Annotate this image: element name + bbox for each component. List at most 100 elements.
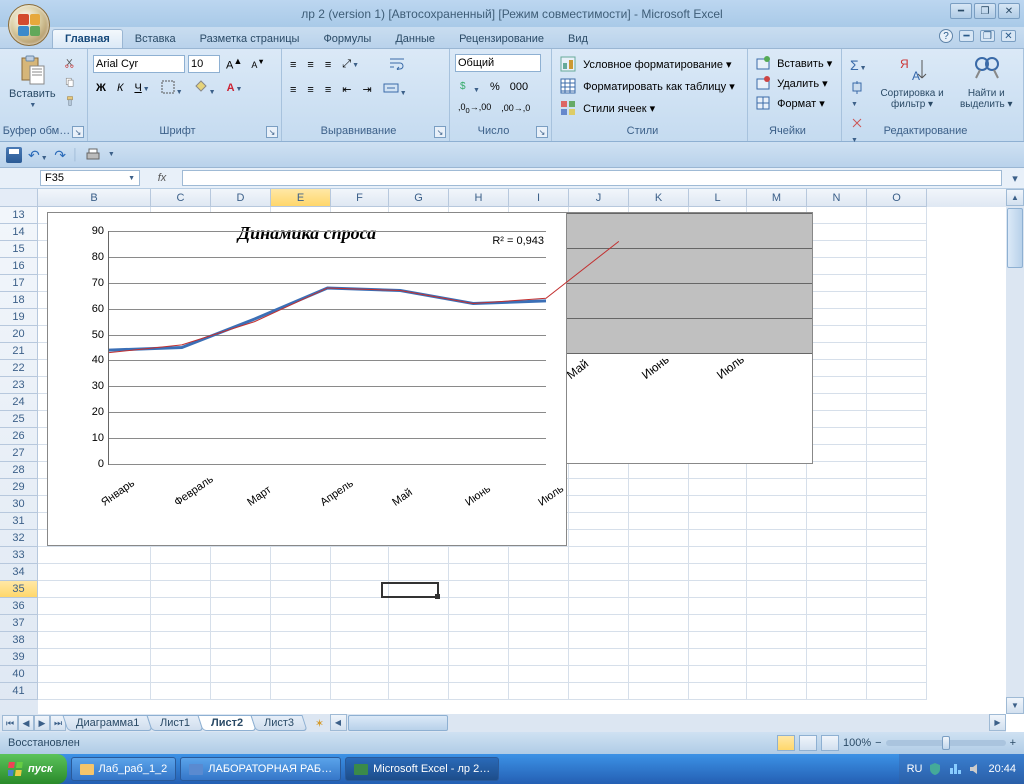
format-painter-button[interactable] xyxy=(62,94,78,110)
align-top-button[interactable]: ≡ xyxy=(287,57,299,73)
formula-bar-expand-button[interactable]: ▾ xyxy=(1006,168,1024,188)
align-middle-button[interactable]: ≡ xyxy=(304,57,316,73)
view-normal-button[interactable] xyxy=(777,735,795,751)
row-header-36[interactable]: 36 xyxy=(0,598,38,615)
taskbar-item[interactable]: Microsoft Excel - лр 2… xyxy=(345,757,499,781)
cell[interactable] xyxy=(271,547,331,564)
italic-button[interactable]: К xyxy=(114,80,126,96)
cell[interactable] xyxy=(867,275,927,292)
cell[interactable] xyxy=(449,564,509,581)
cell[interactable] xyxy=(689,547,747,564)
cell[interactable] xyxy=(569,462,629,479)
sort-filter-button[interactable]: ЯА Сортировка и фильтр ▾ xyxy=(876,52,949,112)
cell[interactable] xyxy=(689,479,747,496)
cell[interactable] xyxy=(807,683,867,700)
row-header-41[interactable]: 41 xyxy=(0,683,38,700)
align-expand-icon[interactable]: ↘ xyxy=(434,126,446,138)
chart-fragment[interactable]: Май Июнь Июль xyxy=(533,212,813,464)
sheet-tab-Лист3[interactable]: Лист3 xyxy=(251,715,308,731)
cell[interactable] xyxy=(629,649,689,666)
insert-function-button[interactable]: fx xyxy=(158,172,167,184)
cell[interactable] xyxy=(747,513,807,530)
cell[interactable] xyxy=(807,292,867,309)
cell[interactable] xyxy=(867,326,927,343)
cell[interactable] xyxy=(629,683,689,700)
cell[interactable] xyxy=(867,445,927,462)
cell[interactable] xyxy=(569,598,629,615)
cell[interactable] xyxy=(747,581,807,598)
select-all-corner[interactable] xyxy=(0,189,38,207)
cell[interactable] xyxy=(747,683,807,700)
cell[interactable] xyxy=(807,564,867,581)
cell[interactable] xyxy=(747,666,807,683)
cell[interactable] xyxy=(807,445,867,462)
cell[interactable] xyxy=(807,462,867,479)
row-header-25[interactable]: 25 xyxy=(0,411,38,428)
cell[interactable] xyxy=(331,598,389,615)
cell[interactable] xyxy=(509,615,569,632)
row-header-39[interactable]: 39 xyxy=(0,649,38,666)
cell[interactable] xyxy=(867,241,927,258)
cell[interactable] xyxy=(449,598,509,615)
col-header-L[interactable]: L xyxy=(689,189,747,207)
cell[interactable] xyxy=(689,530,747,547)
cell[interactable] xyxy=(747,530,807,547)
font-expand-icon[interactable]: ↘ xyxy=(266,126,278,138)
row-header-23[interactable]: 23 xyxy=(0,377,38,394)
paste-button[interactable]: Вставить ▼ xyxy=(5,52,60,111)
col-header-K[interactable]: K xyxy=(629,189,689,207)
mdi-restore-button[interactable]: ❐ xyxy=(980,30,995,42)
cell[interactable] xyxy=(389,564,449,581)
cell[interactable] xyxy=(807,241,867,258)
cell[interactable] xyxy=(807,666,867,683)
cell[interactable] xyxy=(151,598,211,615)
align-bottom-button[interactable]: ≡ xyxy=(322,57,334,73)
taskbar-item[interactable]: ЛАБОРАТОРНАЯ РАБ… xyxy=(180,757,341,781)
cell[interactable] xyxy=(151,683,211,700)
cell[interactable] xyxy=(211,649,271,666)
cell[interactable] xyxy=(151,581,211,598)
cell[interactable] xyxy=(867,343,927,360)
cell[interactable] xyxy=(867,377,927,394)
cell[interactable] xyxy=(211,683,271,700)
cell[interactable] xyxy=(807,496,867,513)
cell[interactable] xyxy=(867,683,927,700)
row-header-13[interactable]: 13 xyxy=(0,207,38,224)
cell[interactable] xyxy=(747,615,807,632)
cell[interactable] xyxy=(509,598,569,615)
copy-button[interactable] xyxy=(62,75,78,91)
chart-object[interactable]: Динамика спроса R² = 0,943 0102030405060… xyxy=(47,212,567,546)
fill-color-button[interactable]: ▼ xyxy=(191,78,219,99)
cell[interactable] xyxy=(689,581,747,598)
merge-button[interactable]: ▼ xyxy=(380,79,410,100)
decrease-indent-button[interactable]: ⇤ xyxy=(339,81,354,98)
cell[interactable] xyxy=(867,632,927,649)
number-expand-icon[interactable]: ↘ xyxy=(536,126,548,138)
qat-undo-button[interactable]: ↶▼ xyxy=(28,147,44,163)
view-page-break-button[interactable] xyxy=(821,735,839,751)
tray-shield-icon[interactable] xyxy=(928,762,942,776)
cell[interactable] xyxy=(747,462,807,479)
cell[interactable] xyxy=(629,547,689,564)
cell[interactable] xyxy=(807,547,867,564)
cell[interactable] xyxy=(689,598,747,615)
cell[interactable] xyxy=(807,224,867,241)
office-button[interactable] xyxy=(8,4,50,46)
sheet-nav-next[interactable]: ▶ xyxy=(34,715,50,731)
cell[interactable] xyxy=(689,649,747,666)
cell[interactable] xyxy=(331,564,389,581)
font-family-select[interactable] xyxy=(93,55,185,73)
row-header-14[interactable]: 14 xyxy=(0,224,38,241)
cell[interactable] xyxy=(689,564,747,581)
hscroll-thumb[interactable] xyxy=(348,715,448,731)
row-header-28[interactable]: 28 xyxy=(0,462,38,479)
taskbar-item[interactable]: Лаб_раб_1_2 xyxy=(71,757,177,781)
tray-volume-icon[interactable] xyxy=(968,762,982,776)
cell[interactable] xyxy=(151,615,211,632)
row-header-37[interactable]: 37 xyxy=(0,615,38,632)
cell[interactable] xyxy=(389,683,449,700)
row-header-21[interactable]: 21 xyxy=(0,343,38,360)
cell[interactable] xyxy=(689,513,747,530)
cell[interactable] xyxy=(211,547,271,564)
wrap-text-button[interactable] xyxy=(386,54,408,75)
